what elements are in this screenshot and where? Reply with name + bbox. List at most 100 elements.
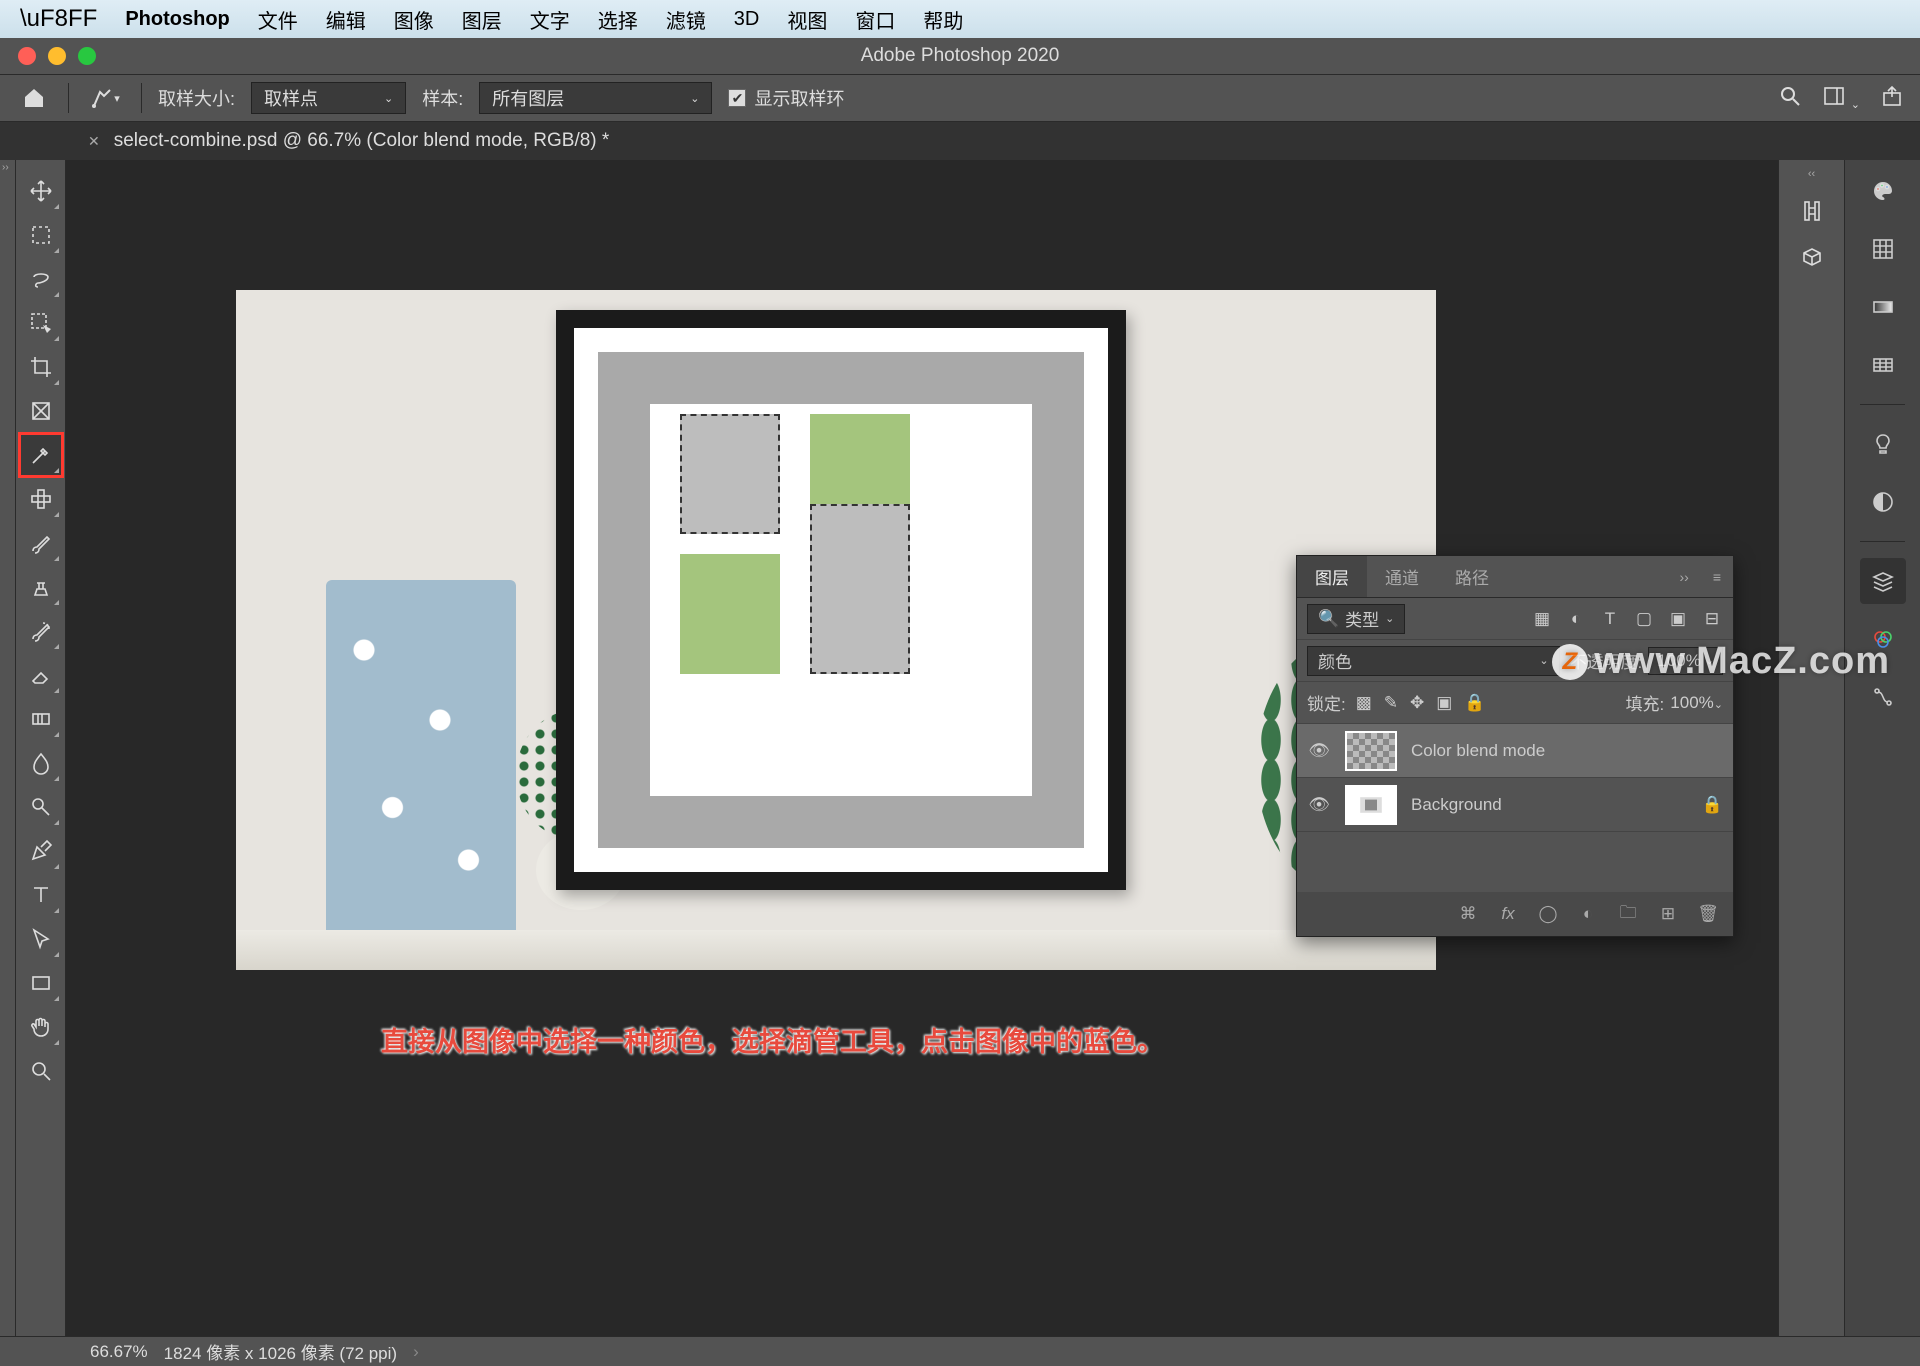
- new-layer-icon[interactable]: ⊞: [1657, 904, 1679, 924]
- workspace-switcher[interactable]: ⌄: [1822, 84, 1860, 113]
- window-close[interactable]: [18, 47, 36, 65]
- window-maximize[interactable]: [78, 47, 96, 65]
- filter-adjustment-icon[interactable]: ◐: [1565, 609, 1587, 629]
- adjustment-layer-icon[interactable]: ◐: [1577, 904, 1599, 924]
- filter-type-icon[interactable]: T: [1599, 609, 1621, 629]
- menu-image[interactable]: 图像: [394, 5, 434, 34]
- lock-transparency-icon[interactable]: ▩: [1356, 693, 1372, 713]
- menu-edit[interactable]: 编辑: [326, 5, 366, 34]
- clone-stamp-tool[interactable]: [20, 566, 62, 608]
- search-icon[interactable]: [1778, 84, 1802, 113]
- crop-tool[interactable]: [20, 346, 62, 388]
- filter-toggle-icon[interactable]: ⊟: [1701, 609, 1723, 629]
- selection-marquee: [680, 414, 780, 534]
- lock-all-icon[interactable]: 🔒: [1464, 693, 1485, 713]
- sample-select[interactable]: 所有图层 ⌄: [479, 82, 712, 114]
- panel-collapse-rail[interactable]: ››: [0, 160, 16, 1336]
- tab-paths[interactable]: 路径: [1437, 556, 1507, 597]
- eraser-tool[interactable]: [20, 654, 62, 696]
- filter-smart-icon[interactable]: ▣: [1667, 609, 1689, 629]
- healing-brush-tool[interactable]: [20, 478, 62, 520]
- layers-panel-icon[interactable]: [1860, 558, 1906, 604]
- chevron-right-icon[interactable]: ›: [413, 1342, 419, 1362]
- fill-value[interactable]: 100%⌄: [1670, 693, 1723, 713]
- quick-select-tool[interactable]: [20, 302, 62, 344]
- lasso-tool[interactable]: [20, 258, 62, 300]
- app-menu[interactable]: Photoshop: [125, 8, 229, 31]
- history-panel-icon[interactable]: [1791, 190, 1833, 232]
- zoom-tool[interactable]: [20, 1050, 62, 1092]
- layer-name[interactable]: Background: [1411, 795, 1502, 815]
- close-tab-icon[interactable]: ✕: [88, 133, 100, 150]
- layers-panel[interactable]: 图层 通道 路径 ›› ≡ 🔍 类型 ⌄ ▦ ◐ T ▢ ▣ ⊟ 颜色 ⌄ 不透…: [1296, 555, 1734, 937]
- blend-mode-select[interactable]: 颜色 ⌄: [1307, 646, 1560, 676]
- document-tab[interactable]: ✕ select-combine.psd @ 66.7% (Color blen…: [70, 122, 627, 160]
- pen-tool[interactable]: [20, 830, 62, 872]
- sample-size-select[interactable]: 取样点 ⌄: [251, 82, 406, 114]
- delete-layer-icon[interactable]: 🗑: [1697, 904, 1719, 924]
- history-brush-tool[interactable]: [20, 610, 62, 652]
- blur-tool[interactable]: [20, 742, 62, 784]
- lock-artboard-icon[interactable]: ▣: [1436, 693, 1452, 713]
- menu-filter[interactable]: 滤镜: [666, 5, 706, 34]
- layer-mask-icon[interactable]: ◯: [1537, 904, 1559, 924]
- patterns-panel-icon[interactable]: [1860, 342, 1906, 388]
- menu-layer[interactable]: 图层: [462, 5, 502, 34]
- search-icon: 🔍: [1318, 609, 1339, 629]
- eyedropper-tool[interactable]: [20, 434, 62, 476]
- layer-group-icon[interactable]: 🗀: [1617, 900, 1639, 929]
- visibility-toggle[interactable]: 👁: [1307, 795, 1331, 815]
- menu-help[interactable]: 帮助: [923, 5, 963, 34]
- layer-fx-icon[interactable]: fx: [1497, 904, 1519, 924]
- collapse-panel-icon[interactable]: ››: [1668, 569, 1701, 585]
- frame-tool[interactable]: [20, 390, 62, 432]
- path-select-tool[interactable]: [20, 918, 62, 960]
- dodge-tool[interactable]: [20, 786, 62, 828]
- menu-type[interactable]: 文字: [530, 5, 570, 34]
- menu-file[interactable]: 文件: [258, 5, 298, 34]
- layer-row[interactable]: 👁 Color blend mode: [1297, 724, 1733, 778]
- layer-name[interactable]: Color blend mode: [1411, 741, 1545, 761]
- lock-pixels-icon[interactable]: ✎: [1384, 693, 1398, 713]
- collapse-arrows-icon[interactable]: ‹‹: [1779, 168, 1844, 186]
- tool-preset-picker[interactable]: ▾: [85, 83, 125, 113]
- window-minimize[interactable]: [48, 47, 66, 65]
- layer-row[interactable]: 👁 Background 🔒: [1297, 778, 1733, 832]
- home-button[interactable]: [16, 80, 52, 116]
- gradient-tool[interactable]: [20, 698, 62, 740]
- hand-tool[interactable]: [20, 1006, 62, 1048]
- color-panel-icon[interactable]: [1860, 168, 1906, 214]
- menu-window[interactable]: 窗口: [855, 5, 895, 34]
- filter-pixel-icon[interactable]: ▦: [1531, 609, 1553, 629]
- text-tool[interactable]: [20, 874, 62, 916]
- layer-thumbnail[interactable]: [1345, 731, 1397, 771]
- swatches-panel-icon[interactable]: [1860, 226, 1906, 272]
- lock-position-icon[interactable]: ✥: [1410, 693, 1424, 713]
- marquee-tool[interactable]: [20, 214, 62, 256]
- layer-filter-type[interactable]: 🔍 类型 ⌄: [1307, 604, 1405, 634]
- menu-select[interactable]: 选择: [598, 5, 638, 34]
- tab-channels[interactable]: 通道: [1367, 556, 1437, 597]
- libraries-panel-icon[interactable]: [1860, 479, 1906, 525]
- lock-icon[interactable]: 🔒: [1702, 795, 1723, 815]
- doc-info[interactable]: 1824 像素 x 1026 像素 (72 ppi): [164, 1339, 397, 1364]
- learn-panel-icon[interactable]: [1860, 421, 1906, 467]
- panel-menu-icon[interactable]: ≡: [1701, 569, 1733, 585]
- link-layers-icon[interactable]: ⌘: [1457, 904, 1479, 924]
- menu-3d[interactable]: 3D: [734, 8, 760, 31]
- gradients-panel-icon[interactable]: [1860, 284, 1906, 330]
- canvas-document[interactable]: [236, 290, 1436, 970]
- visibility-toggle[interactable]: 👁: [1307, 741, 1331, 761]
- apple-menu[interactable]: \uF8FF: [20, 5, 97, 33]
- layer-thumbnail[interactable]: [1345, 785, 1397, 825]
- move-tool[interactable]: [20, 170, 62, 212]
- tab-layers[interactable]: 图层: [1297, 556, 1367, 597]
- show-sampling-ring-checkbox[interactable]: ✔ 显示取样环: [728, 85, 844, 111]
- 3d-panel-icon[interactable]: [1791, 236, 1833, 278]
- menu-view[interactable]: 视图: [787, 5, 827, 34]
- brush-tool[interactable]: [20, 522, 62, 564]
- rectangle-tool[interactable]: [20, 962, 62, 1004]
- share-icon[interactable]: [1880, 84, 1904, 113]
- filter-shape-icon[interactable]: ▢: [1633, 609, 1655, 629]
- zoom-level[interactable]: 66.67%: [90, 1342, 148, 1362]
